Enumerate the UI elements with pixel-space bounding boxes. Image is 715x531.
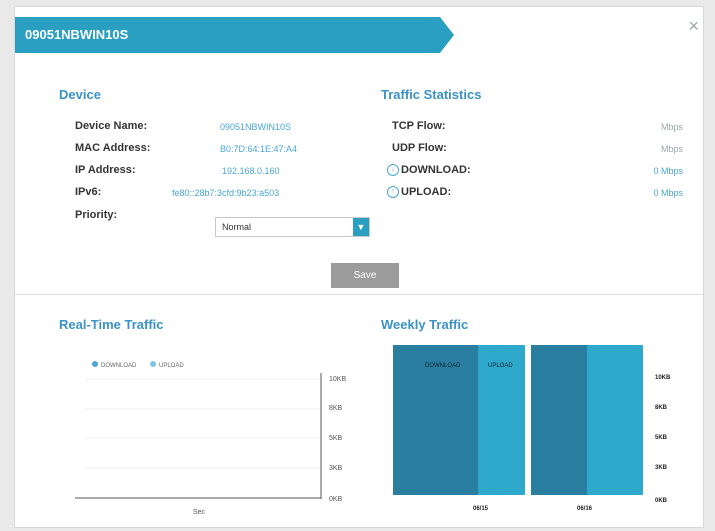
device-name-value: 09051NBWIN10S bbox=[220, 122, 292, 132]
tcp-flow-value: Mbps bbox=[660, 122, 683, 132]
weekly-legend-download: DOWNLOAD bbox=[425, 363, 461, 369]
ipv6-value: fe80::28b7:3cfd:9b23:a503 bbox=[172, 188, 280, 198]
ipv6-label: IPv6: bbox=[75, 186, 102, 198]
download-arrow-icon: ↓ bbox=[387, 164, 399, 177]
upload-label: UPLOAD: bbox=[401, 186, 452, 198]
dialog-title: 09051NBWIN10S bbox=[25, 27, 129, 42]
upload-arrow-icon: ↑ bbox=[387, 186, 399, 199]
weekly-legend-upload: UPLOAD bbox=[488, 363, 513, 369]
download-label: DOWNLOAD: bbox=[401, 164, 471, 176]
realtime-y-tick: 3KB bbox=[329, 465, 343, 472]
mac-address-label: MAC Address: bbox=[75, 142, 151, 154]
device-dialog: 09051NBWIN10S × Device Device Name: 0905… bbox=[14, 6, 704, 528]
save-button[interactable]: Save bbox=[331, 263, 399, 288]
priority-select[interactable]: Normal ▼ bbox=[215, 217, 370, 237]
priority-select-value: Normal bbox=[222, 222, 252, 232]
weekly-bar-upload-2 bbox=[587, 345, 643, 495]
upload-value: 0 Mbps bbox=[653, 188, 683, 198]
download-stat: ↓ DOWNLOAD: bbox=[387, 164, 471, 177]
chevron-down-icon[interactable]: ▼ bbox=[353, 218, 369, 236]
legend-download-label: DOWNLOAD bbox=[101, 363, 137, 369]
tcp-flow-label: TCP Flow: bbox=[392, 120, 446, 132]
udp-flow-value: Mbps bbox=[660, 144, 683, 154]
upload-stat: ↑ UPLOAD: bbox=[387, 186, 452, 199]
legend-upload-swatch bbox=[150, 361, 156, 367]
mac-address-value: B0:7D:64:1E:47:A4 bbox=[220, 144, 298, 154]
weekly-traffic-heading: Weekly Traffic bbox=[381, 317, 469, 332]
traffic-statistics-heading: Traffic Statistics bbox=[381, 87, 482, 102]
weekly-date-label: 06/15 bbox=[473, 506, 489, 512]
download-value: 0 Mbps bbox=[653, 166, 683, 176]
weekly-y-tick: 10KB bbox=[655, 375, 671, 381]
priority-label: Priority: bbox=[75, 209, 118, 221]
udp-flow-label: UDP Flow: bbox=[392, 142, 447, 154]
realtime-x-label: Sec bbox=[193, 509, 206, 516]
device-name-label: Device Name: bbox=[75, 120, 148, 132]
weekly-traffic-chart: DOWNLOAD UPLOAD 10KB 8KB 5KB 3KB 0KB 06/… bbox=[393, 345, 671, 512]
section-divider bbox=[15, 294, 703, 295]
weekly-y-tick: 5KB bbox=[655, 435, 668, 441]
close-icon[interactable]: × bbox=[688, 17, 699, 35]
weekly-bar-download-2 bbox=[531, 345, 587, 495]
legend-upload-label: UPLOAD bbox=[159, 363, 184, 369]
weekly-date-label: 06/16 bbox=[577, 506, 593, 512]
legend-download-swatch bbox=[92, 361, 98, 367]
realtime-traffic-chart: DOWNLOAD UPLOAD 10KB 8KB 5KB 3KB 0KB Sec bbox=[75, 361, 346, 516]
weekly-y-tick: 8KB bbox=[655, 405, 668, 411]
realtime-traffic-heading: Real-Time Traffic bbox=[59, 317, 164, 332]
ip-address-label: IP Address: bbox=[75, 164, 136, 176]
weekly-y-tick: 0KB bbox=[655, 498, 668, 504]
device-heading: Device bbox=[59, 87, 101, 102]
realtime-y-tick: 5KB bbox=[329, 435, 343, 442]
realtime-y-tick: 10KB bbox=[329, 376, 346, 383]
dialog-title-banner: 09051NBWIN10S bbox=[15, 17, 454, 53]
weekly-y-tick: 3KB bbox=[655, 465, 668, 471]
ip-address-value: 192.168.0.160 bbox=[222, 166, 280, 176]
realtime-y-tick: 0KB bbox=[329, 496, 343, 503]
realtime-y-tick: 8KB bbox=[329, 405, 343, 412]
